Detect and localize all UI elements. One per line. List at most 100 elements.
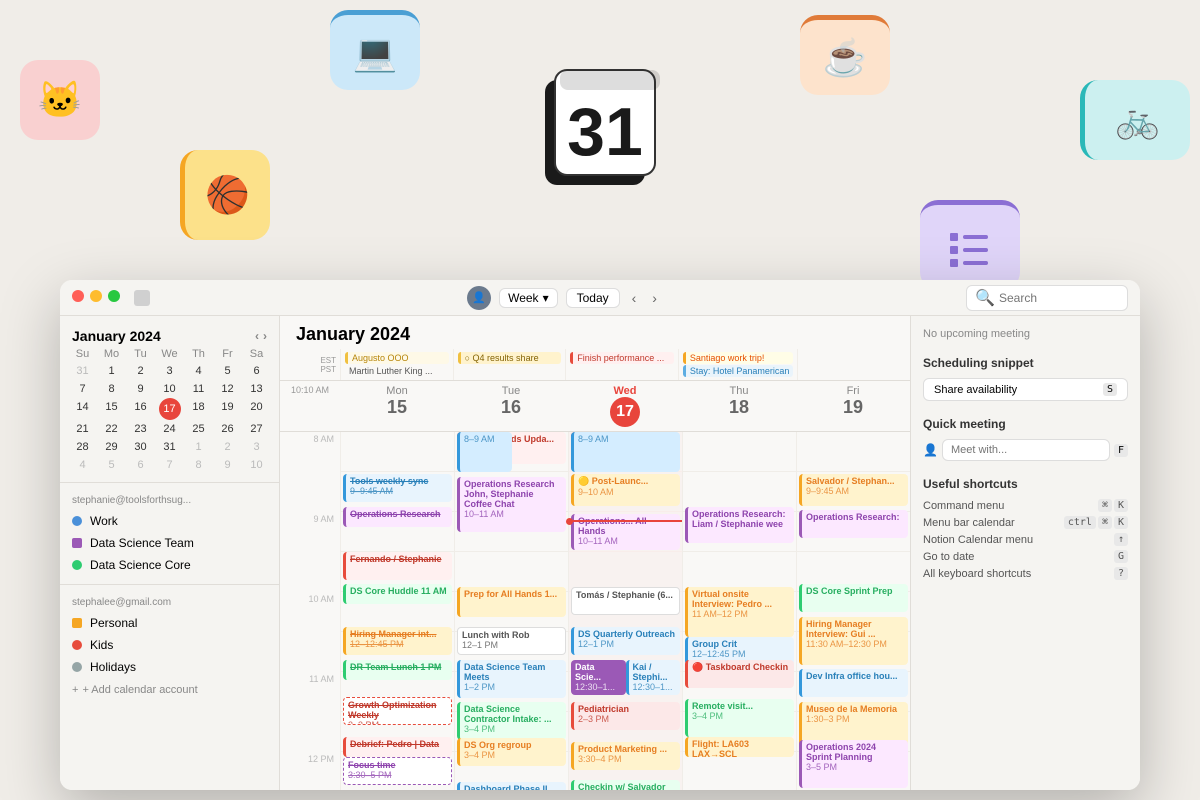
event-ds-team-meets[interactable]: Data Science Team Meets 1–2 PM bbox=[457, 660, 566, 698]
mini-cal-cell[interactable]: 28 bbox=[68, 438, 97, 456]
add-calendar-button[interactable]: + + Add calendar account bbox=[60, 678, 279, 702]
event-product-marketing[interactable]: Product Marketing ... 3:30–4 PM bbox=[571, 742, 680, 770]
event-hiring-gui[interactable]: Hiring Manager Interview: Gui ... 11:30 … bbox=[799, 617, 908, 665]
calendar-item-kids[interactable]: Kids bbox=[68, 634, 271, 656]
mini-cal-cell[interactable]: 3 bbox=[155, 362, 184, 380]
event-focus-time[interactable]: Focus time 3:30–5 PM bbox=[343, 757, 452, 785]
share-availability-button[interactable]: Share availability S bbox=[923, 378, 1128, 401]
mini-cal-cell[interactable]: 2 bbox=[213, 438, 242, 456]
mini-cal-cell[interactable]: 20 bbox=[242, 398, 271, 420]
mini-cal-cell[interactable]: 29 bbox=[97, 438, 126, 456]
today-button[interactable]: Today bbox=[566, 288, 620, 308]
mini-cal-prev[interactable]: ‹ bbox=[255, 329, 259, 343]
event-lunch-rob[interactable]: Lunch with Rob 12–1 PM bbox=[457, 627, 566, 655]
event-growth-opt[interactable]: Growth Optimization Weekly 2–3 PM bbox=[343, 697, 452, 725]
mini-cal-cell[interactable]: 12 bbox=[213, 380, 242, 398]
event-tue-blue[interactable]: 8–9 AM bbox=[457, 432, 512, 472]
next-button[interactable]: › bbox=[648, 288, 661, 308]
all-day-event-augusto[interactable]: Augusto OOO bbox=[345, 352, 449, 364]
event-datasci-block[interactable]: Data Scie... 12:30–1... bbox=[571, 660, 626, 695]
mini-cal-cell[interactable]: 4 bbox=[68, 456, 97, 474]
event-debrief-pedro[interactable]: Debrief: Pedro | Data bbox=[343, 737, 452, 757]
mini-cal-next[interactable]: › bbox=[263, 329, 267, 343]
event-ds-contractor[interactable]: Data Science Contractor Intake: ... 3–4 … bbox=[457, 702, 566, 740]
mini-cal-cell[interactable]: 9 bbox=[126, 380, 155, 398]
mini-cal-cell[interactable]: 1 bbox=[184, 438, 213, 456]
mini-cal-cell[interactable]: 18 bbox=[184, 398, 213, 420]
mini-cal-cell[interactable]: 1 bbox=[97, 362, 126, 380]
event-fernando[interactable]: Fernando / Stephanie bbox=[343, 552, 452, 580]
avatar-button[interactable]: 👤 bbox=[467, 286, 491, 310]
event-post-launch[interactable]: 🟡 Post-Launc... 9–10 AM bbox=[571, 474, 680, 506]
minimize-button[interactable] bbox=[90, 290, 102, 302]
mini-cal-cell[interactable]: 22 bbox=[97, 420, 126, 438]
search-input[interactable] bbox=[999, 291, 1119, 305]
mini-cal-cell[interactable]: 10 bbox=[242, 456, 271, 474]
mini-cal-cell[interactable]: 6 bbox=[126, 456, 155, 474]
all-day-event-santiago[interactable]: Santiago work trip! bbox=[683, 352, 794, 364]
event-pediatrician[interactable]: Pediatrician 2–3 PM bbox=[571, 702, 680, 730]
event-salvador-fri[interactable]: Salvador / Stephan... 9–9:45 AM bbox=[799, 474, 908, 506]
mini-cal-cell[interactable]: 11 bbox=[184, 380, 213, 398]
search-box[interactable]: 🔍 bbox=[966, 285, 1128, 311]
all-day-event-finish[interactable]: Finish performance ... bbox=[570, 352, 674, 364]
mini-cal-cell[interactable]: 23 bbox=[126, 420, 155, 438]
event-dev-infra[interactable]: Dev Infra office hou... bbox=[799, 669, 908, 697]
mini-cal-cell[interactable]: 24 bbox=[155, 420, 184, 438]
event-flight[interactable]: Flight: LA603 LAX→SCL 3 PM bbox=[685, 737, 794, 757]
all-day-event-q4[interactable]: ○ Q4 results share bbox=[458, 352, 562, 364]
view-selector[interactable]: Week ▾ bbox=[499, 288, 558, 308]
mini-cal-cell[interactable]: 21 bbox=[68, 420, 97, 438]
mini-cal-cell[interactable]: 31 bbox=[68, 362, 97, 380]
mini-cal-cell[interactable]: 9 bbox=[213, 456, 242, 474]
mini-cal-cell[interactable]: 4 bbox=[184, 362, 213, 380]
event-ds-sprint[interactable]: DS Core Sprint Prep bbox=[799, 584, 908, 612]
event-remote-visit[interactable]: Remote visit... 3–4 PM bbox=[685, 699, 794, 737]
mini-cal-today-cell[interactable]: 17 bbox=[159, 398, 181, 420]
calendar-item-personal[interactable]: Personal bbox=[68, 612, 271, 634]
calendar-item-holidays[interactable]: Holidays bbox=[68, 656, 271, 678]
mini-cal-cell[interactable]: 8 bbox=[97, 380, 126, 398]
event-taskboard[interactable]: 🔴 Taskboard Checkin bbox=[685, 660, 794, 688]
event-ops-research-tue[interactable]: Operations Research John, Stephanie Coff… bbox=[457, 477, 566, 532]
event-ops-research-mon[interactable]: Operations Research bbox=[343, 507, 452, 527]
event-tomas[interactable]: Tomás / Stephanie (6... bbox=[571, 587, 680, 615]
mini-cal-cell[interactable]: 2 bbox=[126, 362, 155, 380]
mini-cal-cell[interactable]: 7 bbox=[68, 380, 97, 398]
event-dr-team-lunch[interactable]: DR Team Lunch 1 PM bbox=[343, 660, 452, 680]
mini-cal-cell[interactable]: 7 bbox=[155, 456, 184, 474]
event-ds-core-huddle[interactable]: DS Core Huddle 11 AM bbox=[343, 584, 452, 604]
event-checkin-salvador[interactable]: Checkin w/ Salvador 4... bbox=[571, 780, 680, 790]
mini-cal-cell[interactable]: 5 bbox=[213, 362, 242, 380]
event-ops-research-fri[interactable]: Operations Research: bbox=[799, 510, 908, 538]
mini-cal-cell[interactable]: 26 bbox=[213, 420, 242, 438]
mini-cal-cell[interactable]: 31 bbox=[155, 438, 184, 456]
event-hiring-manager-mon[interactable]: Hiring Manager int... 12–12:45 PM bbox=[343, 627, 452, 655]
calendar-item-datascience[interactable]: Data Science Team bbox=[68, 532, 271, 554]
mini-cal-cell[interactable]: 19 bbox=[213, 398, 242, 420]
event-ds-org[interactable]: DS Org regroup 3–4 PM bbox=[457, 738, 566, 766]
mini-cal-cell[interactable]: 3 bbox=[242, 438, 271, 456]
maximize-button[interactable] bbox=[108, 290, 120, 302]
event-kai[interactable]: Kai / Stephi... 12:30–1... bbox=[626, 660, 681, 695]
event-ops-sprint[interactable]: Operations 2024 Sprint Planning 3–5 PM bbox=[799, 740, 908, 788]
calendar-item-work[interactable]: Work bbox=[68, 510, 271, 532]
meet-input[interactable] bbox=[942, 439, 1110, 461]
all-day-event-hotel[interactable]: Stay: Hotel Panamerican bbox=[683, 365, 794, 377]
event-ds-quarterly[interactable]: DS Quarterly Outreach 12–1 PM bbox=[571, 627, 680, 655]
mini-cal-cell[interactable]: 15 bbox=[97, 398, 126, 420]
event-prep-all-hands[interactable]: Prep for All Hands 1... bbox=[457, 587, 566, 617]
mini-cal-cell[interactable]: 25 bbox=[184, 420, 213, 438]
prev-button[interactable]: ‹ bbox=[628, 288, 641, 308]
mini-cal-cell[interactable]: 10 bbox=[155, 380, 184, 398]
event-ops-research-thu[interactable]: Operations Research: Liam / Stephanie we… bbox=[685, 507, 794, 543]
close-button[interactable] bbox=[72, 290, 84, 302]
mini-cal-cell[interactable]: 16 bbox=[126, 398, 155, 420]
event-virtual-onsite[interactable]: Virtual onsite Interview: Pedro ... 11 A… bbox=[685, 587, 794, 637]
mini-cal-cell[interactable]: 6 bbox=[242, 362, 271, 380]
event-dashboard[interactable]: Dashboard Phase II ... 4–4:45 PM bbox=[457, 782, 566, 790]
mini-cal-cell[interactable]: 30 bbox=[126, 438, 155, 456]
all-day-event-mlk[interactable]: Martin Luther King ... bbox=[345, 365, 449, 377]
mini-cal-cell[interactable]: 27 bbox=[242, 420, 271, 438]
sidebar-toggle[interactable] bbox=[134, 290, 150, 306]
